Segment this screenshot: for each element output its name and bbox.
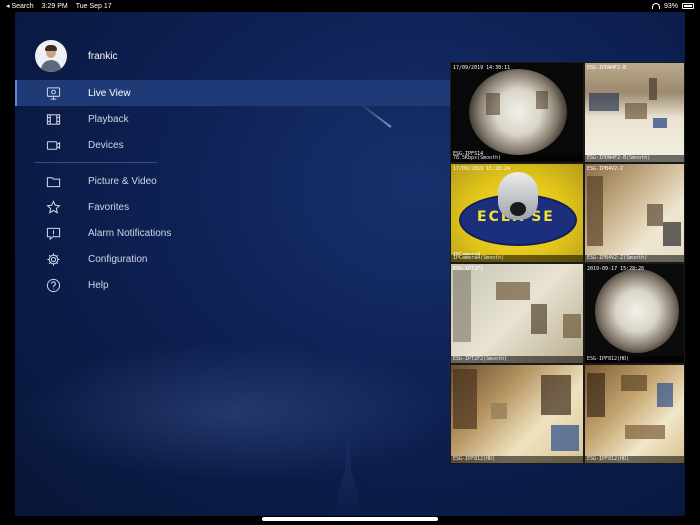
camera-timestamp: ESG-IPB4V2-Z [587,165,624,172]
menu-label: Help [88,279,109,291]
avatar[interactable] [35,40,67,72]
alert-icon [45,225,61,241]
menu-item-live-view[interactable]: Live View [15,80,450,106]
camera-timestamp: 2019-09-17 15:28:26 [587,266,645,272]
home-indicator[interactable] [262,517,438,521]
camera-label: IPCamera4(Smooth) [451,255,583,262]
camera-tile[interactable]: 17/09/2019 14:30:11 ESG-IPFS14 78.5Kbps(… [450,62,584,163]
help-icon [45,277,61,293]
battery-percent: 93% [663,2,678,10]
menu-item-alarm-notifications[interactable]: Alarm Notifications [15,220,450,246]
menu-item-configuration[interactable]: Configuration [15,246,450,272]
menu-item-playback[interactable]: Playback [15,106,450,132]
camera-tile[interactable]: ESG-IPB4V2-Z ESG-IPB4V2-Z(Smooth) [584,162,685,263]
camera-timestamp: 17/09/2019 14:30:11 [453,65,511,71]
camera-lens [510,201,526,216]
camera-tile[interactable]: ESG-IPF812(HD) [450,363,584,464]
menu-label: Alarm Notifications [88,227,172,239]
menu-item-devices[interactable]: Devices [15,132,450,158]
fisheye-feed [595,269,679,353]
menu-item-favorites[interactable]: Favorites [15,194,450,220]
camera-timestamp: ESG-IPDW4F2-B [587,65,627,71]
background-glow [15,342,455,482]
status-time: 3:29 PM [41,2,68,10]
side-menu: Live View Playback Devices Picture & Vid… [15,80,450,298]
menu-label: Favorites [88,201,130,213]
menu-label: Configuration [88,253,148,265]
live-view-grid: 17/09/2019 14:30:11 ESG-IPFS14 78.5Kbps(… [450,62,685,464]
camera-label: ESG-IPF812(HD) [451,456,583,463]
camera-timestamp: ESG-IPT2F2 [453,266,484,272]
camera-tile[interactable]: 2019-09-17 15:28:26 ESG-IPF812(HD) [584,263,685,364]
camera-timestamp: 17/09/2019 15:28:24 [453,165,511,172]
film-icon [45,111,61,127]
menu-label: Picture & Video [88,175,157,187]
star-icon [45,199,61,215]
menu-label: Live View [88,87,131,99]
camera-tile[interactable]: ESG-IPT2F2 ESG-IPT2F2(Smooth) [450,263,584,364]
menu-label: Playback [88,113,129,125]
folder-icon [45,173,61,189]
fisheye-feed [469,69,567,155]
monitor-icon [45,85,61,101]
wifi-icon [651,3,660,9]
menu-divider [35,162,157,163]
status-bar: ◂ Search 3:29 PM Tue Sep 17 93% [0,0,700,12]
camera-label: ESG-IPF812(HD) [585,456,684,463]
status-date: Tue Sep 17 [75,2,112,10]
camera-icon [45,137,61,153]
menu-item-picture-video[interactable]: Picture & Video [15,168,450,194]
camera-label: ESG-IPF812(HD) [585,355,684,363]
app-screen: frankic Live View Playback Devices Pictu… [15,12,685,516]
camera-label: ESG-IPT2F2(Smooth) [451,355,583,363]
camera-tile[interactable]: ESG-IPF812(HD) [584,363,685,464]
camera-tile[interactable]: ECLIPSE 17/09/2019 15:28:24 IPCamera4 IP… [450,162,584,263]
camera-label: ESG-IPB4V2-Z(Smooth) [585,255,684,262]
user-profile[interactable]: frankic [35,40,117,72]
back-to-search-link[interactable]: ◂ Search [6,2,34,10]
camera-tile[interactable]: ESG-IPDW4F2-B ESG-IPDW4F2-B(Smooth) [584,62,685,163]
gear-icon [45,251,61,267]
username: frankic [88,50,118,62]
menu-label: Devices [88,139,124,151]
camera-label: 78.5Kbps(Smooth) [451,154,583,162]
menu-item-help[interactable]: Help [15,272,450,298]
camera-label: ESG-IPDW4F2-B(Smooth) [585,154,684,162]
battery-icon [682,3,694,9]
